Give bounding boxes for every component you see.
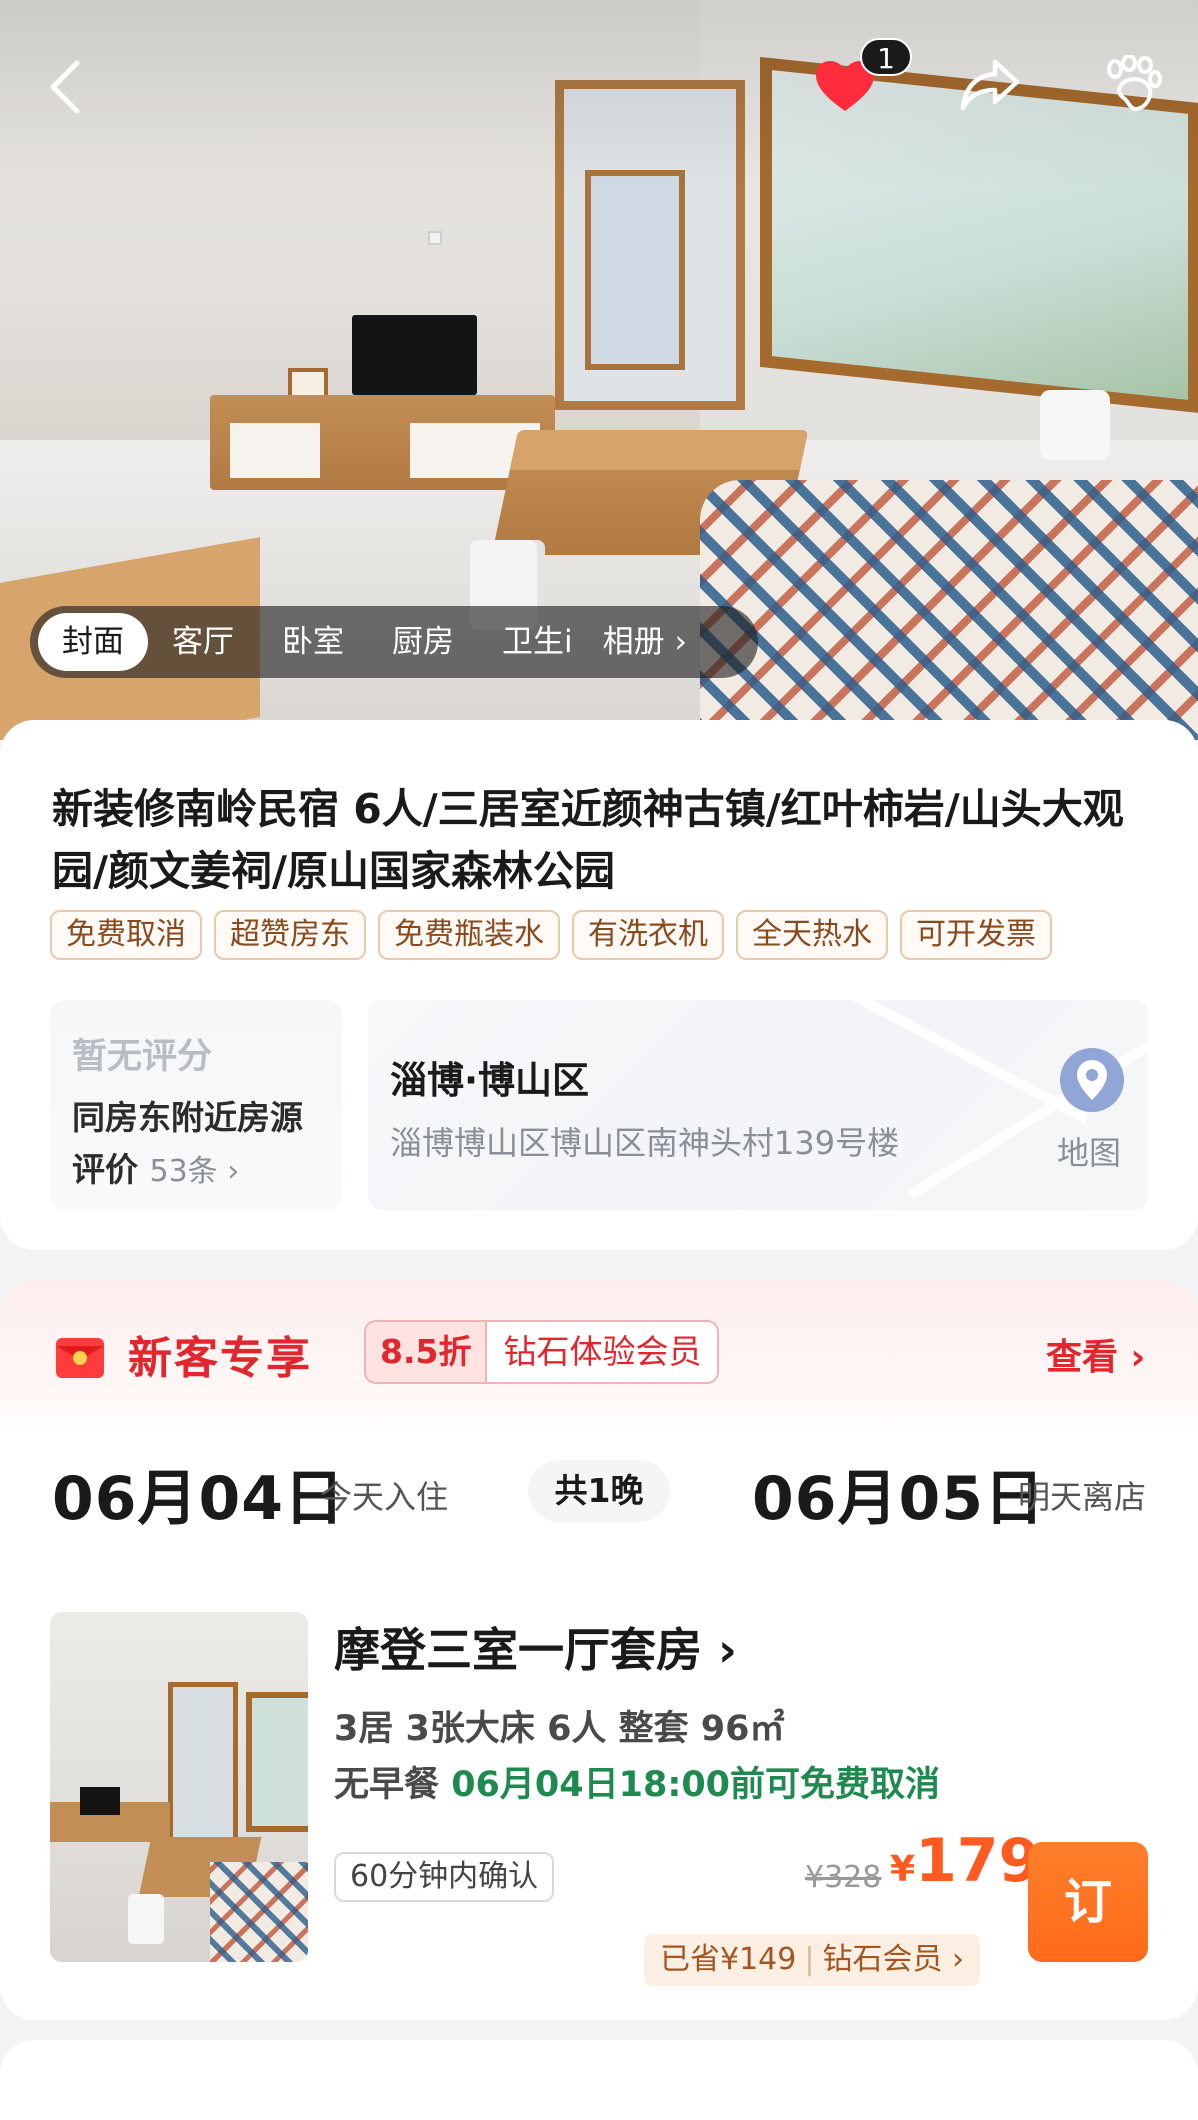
footprint-button[interactable] xyxy=(1098,50,1168,120)
album-tab-living-room[interactable]: 客厅 xyxy=(148,613,258,671)
cancel-policy: 06月04日18:00前可免费取消 xyxy=(451,1765,941,1805)
savings-member: 钻石会员 › xyxy=(822,1942,965,1977)
hero-kettle xyxy=(1040,390,1110,460)
favorite-count-badge: 1 xyxy=(860,38,912,76)
album-all-link[interactable]: 相册 › xyxy=(597,613,687,671)
rating-none-label: 暂无评分 xyxy=(72,1037,213,1077)
tag-invoice: 可开发票 xyxy=(900,910,1052,960)
rating-box[interactable]: 暂无评分 同房东附近房源评价 53条 › xyxy=(50,1000,342,1210)
book-button[interactable]: 订 xyxy=(1028,1842,1148,1962)
hero-outlet xyxy=(428,231,442,245)
red-envelope-icon xyxy=(56,1338,104,1378)
back-button[interactable] xyxy=(30,52,100,122)
room-policy: 无早餐 06月04日18:00前可免费取消 xyxy=(334,1756,940,1807)
share-button[interactable] xyxy=(955,50,1025,120)
map-label[interactable]: 地图 xyxy=(1057,1128,1121,1174)
location-address: 淄博博山区博山区南神头村139号楼 xyxy=(390,1124,900,1162)
tag-washer: 有洗衣机 xyxy=(572,910,724,960)
feature-tags: 免费取消 超赞房东 免费瓶装水 有洗衣机 全天热水 可开发票 xyxy=(50,910,1052,960)
hero-sofa xyxy=(700,480,1198,740)
location-pin-icon xyxy=(1077,1060,1107,1100)
location-city: 淄博·博山区 xyxy=(390,1059,590,1102)
album-tab-bedroom[interactable]: 卧室 xyxy=(258,613,368,671)
nights-count: 共1晚 xyxy=(528,1460,670,1522)
album-tabs: 封面 客厅 卧室 厨房 卫生i 相册 › xyxy=(30,606,758,678)
savings-amount: 已省¥149 xyxy=(660,1942,797,1977)
hero-tv xyxy=(352,315,477,395)
savings-badge[interactable]: 已省¥149 | 钻石会员 › xyxy=(644,1934,981,1986)
hero-photo[interactable]: 1 封面 客厅 卧室 厨房 卫生i 相册 › xyxy=(0,0,1198,740)
tag-hot-water: 全天热水 xyxy=(736,910,888,960)
promo-bar[interactable]: 新客专享 8.5折 钻石体验会员 查看 › xyxy=(0,1280,1198,1428)
hero-door-inner xyxy=(585,170,685,370)
price-value: 179 xyxy=(915,1826,1041,1896)
map-road xyxy=(766,1000,1090,1124)
booking-card: 新客专享 8.5折 钻石体验会员 查看 › 06月04日 今天入住 共1晚 06… xyxy=(0,1280,1198,2020)
promo-title: 新客专享 xyxy=(128,1333,312,1384)
currency-symbol: ¥ xyxy=(890,1849,916,1890)
share-icon xyxy=(960,59,1020,111)
room-section: 摩登三室一厅套房 › 3居 3张大床 6人 整套 96㎡ 无早餐 06月04日1… xyxy=(0,1562,1198,2020)
checkin-date[interactable]: 06月04日 xyxy=(52,1450,345,1537)
tag-free-cancel: 免费取消 xyxy=(50,910,202,960)
nearby-reviews-link[interactable]: 同房东附近房源评价 53条 › xyxy=(72,1092,332,1198)
album-tab-kitchen[interactable]: 厨房 xyxy=(368,613,478,671)
review-count: 53条 › xyxy=(149,1154,240,1189)
album-tab-cover[interactable]: 封面 xyxy=(38,613,148,671)
original-price: ¥328 xyxy=(805,1860,882,1895)
checkin-label: 今天入住 xyxy=(320,1478,449,1516)
date-selector[interactable]: 06月04日 今天入住 共1晚 06月05日 明天离店 xyxy=(0,1440,1198,1540)
chevron-left-icon xyxy=(50,60,80,114)
breakfast-info: 无早餐 xyxy=(334,1765,440,1805)
map-pin-button[interactable] xyxy=(1060,1048,1124,1112)
location-box[interactable]: 淄博·博山区 淄博博山区博山区南神头村139号楼 地图 xyxy=(368,1000,1148,1210)
room-photo[interactable] xyxy=(50,1612,308,1962)
confirm-time-tag: 60分钟内确认 xyxy=(334,1852,555,1902)
listing-title: 新装修南岭民宿 6人/三居室近颜神古镇/红叶柿岩/山头大观园/颜文姜祠/原山国家… xyxy=(52,785,1124,895)
promo-member: 钻石体验会员 xyxy=(503,1332,702,1371)
checkout-label: 明天离店 xyxy=(1018,1478,1147,1516)
hero-tv-stand xyxy=(210,395,555,490)
tag-superhost: 超赞房东 xyxy=(214,910,366,960)
room-card[interactable]: 摩登三室一厅套房 › 3居 3张大床 6人 整套 96㎡ 无早餐 06月04日1… xyxy=(0,1562,1198,2020)
listing-info-card: 新装修南岭民宿 6人/三居室近颜神古镇/红叶柿岩/山头大观园/颜文姜祠/原山国家… xyxy=(0,720,1198,1250)
promo-discount: 8.5折 xyxy=(366,1322,488,1382)
next-card-peek xyxy=(0,2040,1198,2120)
promo-badge: 8.5折 钻石体验会员 xyxy=(364,1320,720,1384)
current-price: ¥179 xyxy=(890,1826,1040,1896)
promo-view-link[interactable]: 查看 › xyxy=(1046,1328,1145,1380)
paw-icon xyxy=(1107,55,1162,112)
tag-bottled-water: 免费瓶装水 xyxy=(378,910,560,960)
room-specs: 3居 3张大床 6人 整套 96㎡ xyxy=(334,1709,785,1749)
checkout-date[interactable]: 06月05日 xyxy=(752,1450,1045,1537)
room-name[interactable]: 摩登三室一厅套房 › xyxy=(334,1614,737,1680)
album-tab-bathroom[interactable]: 卫生i xyxy=(478,613,597,671)
